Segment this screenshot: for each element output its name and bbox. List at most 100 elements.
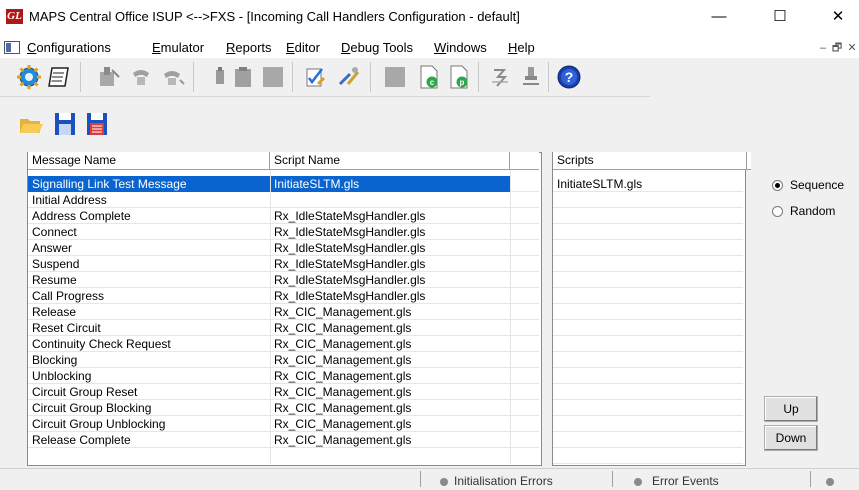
menu-help[interactable]: Help [508,40,535,55]
column-divider [270,170,271,464]
script-name-cell[interactable]: Rx_CIC_Management.gls [270,336,510,352]
menu-configurations[interactable]: Configurations [27,40,111,55]
toolbar-separator [80,62,81,92]
maximize-button[interactable]: ☐ [760,4,800,30]
script-name-cell[interactable]: Rx_CIC_Management.gls [270,320,510,336]
up-button[interactable]: Up [764,396,818,422]
script-name-cell[interactable]: Rx_IdleStateMsgHandler.gls [270,208,510,224]
column-header-message-name[interactable]: Message Name [28,152,270,170]
script-name-cell[interactable]: Rx_IdleStateMsgHandler.gls [270,256,510,272]
list-item [553,384,743,400]
script-name-cell[interactable]: Rx_CIC_Management.gls [270,304,510,320]
toolbar-separator [478,62,479,92]
script-name-cell[interactable]: InitiateSLTM.gls [270,176,510,192]
svg-text:p: p [460,78,465,87]
script-name-cell[interactable]: Rx_IdleStateMsgHandler.gls [270,272,510,288]
message-name-cell[interactable]: Answer [28,240,270,256]
tools-icon[interactable] [336,64,362,90]
app-logo: GL [6,9,23,24]
menu-bar [0,34,859,58]
column-header-script-name[interactable]: Script Name [270,152,510,170]
usb-icon[interactable] [518,64,544,90]
menu-editor[interactable]: Editor [286,40,320,55]
document-window-icon[interactable] [4,41,20,54]
mdi-close-button[interactable]: ✕ [845,41,859,55]
sequence-label[interactable]: Sequence [790,178,844,192]
message-name-cell[interactable]: Call Progress [28,288,270,304]
message-name-cell[interactable]: Unblocking [28,368,270,384]
message-name-cell[interactable]: Suspend [28,256,270,272]
message-name-cell[interactable]: Circuit Group Reset [28,384,270,400]
menu-reports[interactable]: Reports [226,40,272,55]
blank-gray-icon[interactable] [260,64,286,90]
mdi-restore-button[interactable]: 🗗 [830,41,844,55]
script-name-cell[interactable]: Rx_IdleStateMsgHandler.gls [270,288,510,304]
script-name-cell[interactable]: Rx_IdleStateMsgHandler.gls [270,240,510,256]
message-name-cell[interactable]: Connect [28,224,270,240]
list-item [553,304,743,320]
random-radio[interactable] [772,206,783,217]
phone-dim-icon[interactable] [128,64,154,90]
cut-phone-icon[interactable] [96,64,122,90]
status-separator [612,471,613,487]
document-green-icon[interactable]: c [416,64,442,90]
signal-icon[interactable] [488,64,514,90]
message-name-cell[interactable]: Initial Address [28,192,270,208]
checklist-icon[interactable] [302,64,328,90]
script-name-cell[interactable] [270,192,510,208]
column-divider [510,170,511,464]
message-name-cell[interactable]: Release Complete [28,432,270,448]
sequence-radio[interactable] [772,180,783,191]
clipboard-icon[interactable] [230,64,256,90]
script-name-cell[interactable]: Rx_CIC_Management.gls [270,368,510,384]
phone-call-icon[interactable] [160,64,186,90]
error-events-status[interactable]: Error Events [652,474,719,488]
message-name-cell[interactable]: Signalling Link Test Message [28,176,270,192]
down-button[interactable]: Down [764,425,818,451]
blank-gray-icon-2[interactable] [382,64,408,90]
status-separator [420,471,421,487]
script-name-cell[interactable]: Rx_CIC_Management.gls [270,400,510,416]
mdi-minimize-button[interactable]: – [816,41,830,55]
list-item [553,208,743,224]
message-name-cell[interactable]: Continuity Check Request [28,336,270,352]
list-item [553,352,743,368]
message-name-cell[interactable]: Reset Circuit [28,320,270,336]
list-item [553,192,743,208]
menu-windows[interactable]: Windows [434,40,487,55]
close-button[interactable]: ✕ [818,4,858,30]
list-item [553,288,743,304]
toolbar-separator [292,62,293,92]
document-p-icon[interactable]: p [446,64,472,90]
column-header-scripts[interactable]: Scripts [553,152,747,170]
list-item [553,336,743,352]
list-item [553,240,743,256]
message-name-cell[interactable]: Resume [28,272,270,288]
message-name-cell[interactable]: Circuit Group Unblocking [28,416,270,432]
help-icon[interactable]: ? [556,64,582,90]
message-name-cell[interactable]: Circuit Group Blocking [28,400,270,416]
save-as-icon[interactable] [84,110,110,138]
notebook-icon[interactable] [46,64,72,90]
message-name-cell[interactable]: Release [28,304,270,320]
init-errors-status[interactable]: Initialisation Errors [454,474,553,488]
menu-debug-tools[interactable]: Debug Tools [341,40,413,55]
message-name-cell[interactable]: Address Complete [28,208,270,224]
random-label[interactable]: Random [790,204,835,218]
save-icon[interactable] [52,110,78,138]
column-header-scripts-extra[interactable] [747,152,751,170]
script-name-cell[interactable]: Rx_CIC_Management.gls [270,416,510,432]
column-header-extra[interactable] [510,152,539,170]
script-name-cell[interactable]: Rx_CIC_Management.gls [270,384,510,400]
error-events-indicator-icon [634,478,642,486]
script-name-cell[interactable]: Rx_CIC_Management.gls [270,352,510,368]
menu-emulator[interactable]: Emulator [152,40,204,55]
minimize-button[interactable]: — [699,4,739,30]
gear-icon[interactable] [16,64,42,90]
open-folder-icon[interactable] [18,110,44,138]
list-item [553,416,743,432]
message-name-cell[interactable]: Blocking [28,352,270,368]
script-name-cell[interactable]: Rx_IdleStateMsgHandler.gls [270,224,510,240]
script-name-cell[interactable]: Rx_CIC_Management.gls [270,432,510,448]
status-separator [810,471,811,487]
